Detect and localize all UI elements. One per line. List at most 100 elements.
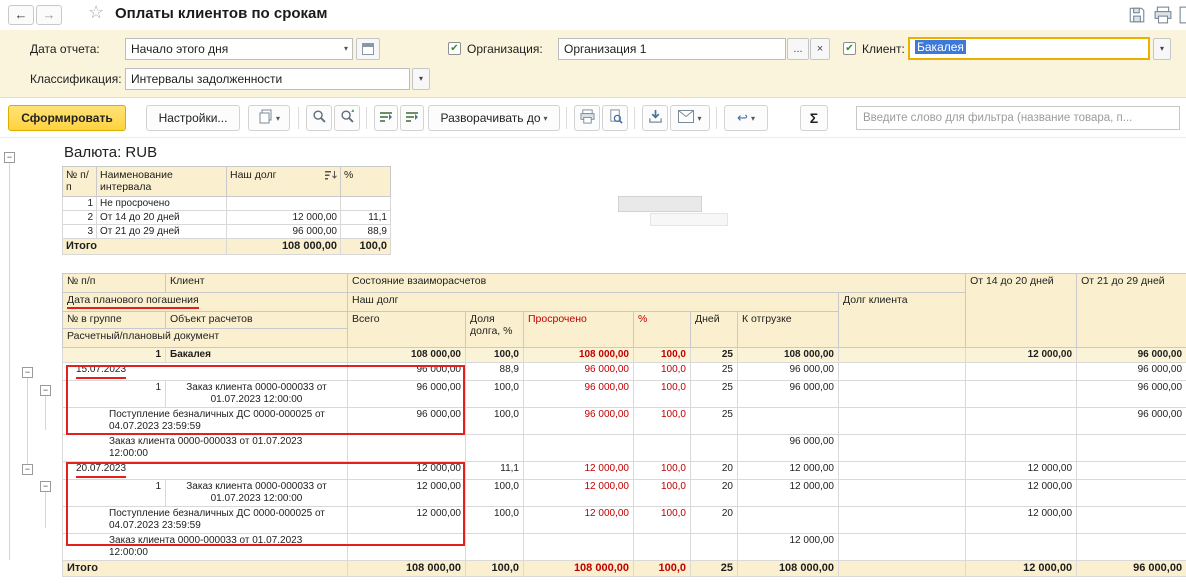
quick-filter-input[interactable] [856,106,1180,130]
table-cell[interactable]: 12 000,00 [738,462,839,480]
table-cell[interactable]: 100,0 [634,363,691,381]
organization-field[interactable]: Организация 1 [558,38,786,60]
summary-cell[interactable]: Не просрочено [97,197,227,211]
back-button[interactable]: ← [8,5,34,25]
summary-cell[interactable]: 3 [63,225,97,239]
table-cell[interactable]: 25 [691,561,738,577]
header-num-in-group[interactable]: № в группе [63,312,166,329]
table-cell[interactable]: 100,0 [466,507,524,534]
search-button[interactable] [306,105,332,131]
table-cell[interactable]: 100,0 [466,348,524,363]
summary-cell[interactable] [341,197,391,211]
table-cell[interactable]: 108 000,00 [348,561,466,577]
table-cell[interactable] [691,435,738,462]
header-client[interactable]: Клиент [166,274,348,293]
table-cell[interactable] [839,381,966,408]
table-cell[interactable]: 12 000,00 [738,534,839,561]
table-cell[interactable] [839,561,966,577]
table-cell[interactable]: 96 000,00 [738,363,839,381]
table-cell[interactable] [634,435,691,462]
generate-button[interactable]: Сформировать [8,105,126,131]
table-cell[interactable] [466,435,524,462]
table-cell[interactable]: 20 [691,462,738,480]
table-cell[interactable]: 25 [691,363,738,381]
table-cell[interactable] [1077,534,1186,561]
table-cell[interactable] [966,435,1077,462]
table-cell[interactable]: 96 000,00 [1077,363,1186,381]
table-cell[interactable]: 100,0 [466,561,524,577]
tree-collapse-icon[interactable]: − [22,464,33,475]
table-cell[interactable] [738,408,839,435]
table-cell[interactable] [839,348,966,363]
table-cell[interactable]: 88,9 [466,363,524,381]
chevron-down-icon[interactable]: ▾ [344,39,348,59]
table-cell[interactable]: 108 000,00 [348,348,466,363]
table-cell[interactable] [839,408,966,435]
table-cell[interactable]: 96 000,00 [1077,408,1186,435]
organization-clear-button[interactable]: × [810,38,830,60]
table-cell[interactable] [738,507,839,534]
table-cell[interactable]: 12 000,00 [966,480,1077,507]
calendar-button[interactable] [356,38,380,60]
table-cell[interactable]: Бакалея [166,348,348,363]
summary-cell[interactable]: 88,9 [341,225,391,239]
header-num[interactable]: № п/п [63,274,166,293]
table-cell[interactable] [1077,435,1186,462]
table-cell[interactable]: 96 000,00 [524,363,634,381]
table-cell[interactable]: 96 000,00 [1077,381,1186,408]
table-cell[interactable] [839,363,966,381]
header-client-debt[interactable]: Долг клиента [839,293,966,348]
table-cell[interactable] [839,480,966,507]
summary-cell[interactable]: От 14 до 20 дней [97,211,227,225]
summary-header-interval[interactable]: Наименование интервала [97,167,227,197]
sum-button[interactable]: Σ [800,105,828,131]
table-cell[interactable] [839,534,966,561]
header-total[interactable]: Всего [348,312,466,348]
summary-header-pct[interactable]: % [341,167,391,197]
expand-to-button[interactable]: Разворачивать до▾ [428,105,560,131]
table-cell[interactable]: 100,0 [634,381,691,408]
table-cell[interactable]: 100,0 [634,408,691,435]
client-checkbox[interactable]: ✔ [843,42,856,55]
client-dropdown-button[interactable]: ▾ [1153,38,1171,60]
header-to-ship[interactable]: К отгрузке [738,312,839,348]
print-preview-button[interactable] [602,105,628,131]
tree-collapse-icon[interactable]: − [40,481,51,492]
table-cell[interactable]: 96 000,00 [524,408,634,435]
table-cell[interactable]: 12 000,00 [966,507,1077,534]
summary-header-num[interactable]: № п/п [63,167,97,197]
table-cell[interactable] [348,435,466,462]
table-cell[interactable]: 20 [691,507,738,534]
clipped-icon[interactable] [1179,6,1186,24]
settings-button[interactable]: Настройки... [146,105,240,131]
summary-cell[interactable]: От 21 до 29 дней [97,225,227,239]
table-cell[interactable]: 100,0 [634,480,691,507]
organization-select-button[interactable]: ... [787,38,809,60]
table-cell[interactable]: 12 000,00 [738,480,839,507]
table-cell[interactable] [1077,462,1186,480]
table-cell[interactable]: 108 000,00 [524,348,634,363]
table-cell[interactable]: 96 000,00 [1077,348,1186,363]
summary-cell[interactable] [227,197,341,211]
table-cell[interactable] [966,408,1077,435]
table-cell[interactable] [466,534,524,561]
summary-header-debt[interactable]: Наш долг [227,167,341,197]
tree-collapse-icon[interactable]: − [40,385,51,396]
table-cell[interactable]: 12 000,00 [966,561,1077,577]
header-our-debt[interactable]: Наш долг [348,293,839,312]
tree-collapse-icon[interactable]: − [22,367,33,378]
report-variants-button[interactable]: ▾ [248,105,290,131]
expand-groups-button[interactable] [400,105,424,131]
favorite-star-icon[interactable]: ☆ [88,2,104,23]
table-cell[interactable]: 11,1 [466,462,524,480]
report-date-field[interactable]: Начало этого дня ▾ [125,38,353,60]
table-cell[interactable] [691,534,738,561]
save-result-button[interactable] [642,105,668,131]
summary-total-label[interactable]: Итого [63,239,227,255]
send-mail-button[interactable]: ▾ [670,105,710,131]
summary-cell[interactable]: 12 000,00 [227,211,341,225]
table-cell[interactable]: 96 000,00 [1077,561,1186,577]
table-cell[interactable]: 96 000,00 [524,381,634,408]
header-settlement-object[interactable]: Объект расчетов [166,312,348,329]
header-document[interactable]: Расчетный/плановый документ [63,329,348,348]
